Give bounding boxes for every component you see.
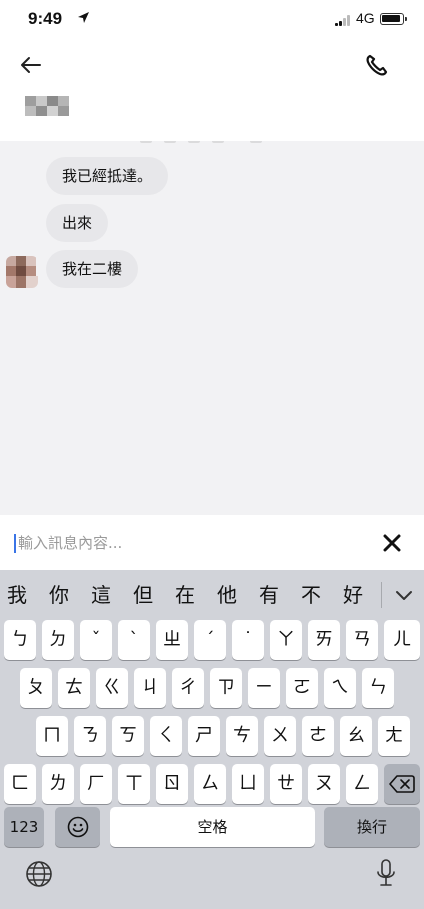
phone-icon[interactable]	[364, 52, 392, 80]
key[interactable]: ㄦ	[384, 620, 420, 660]
keyboard-bottom-bar	[0, 850, 424, 909]
delete-key[interactable]	[384, 764, 420, 804]
back-arrow-icon[interactable]	[18, 52, 46, 80]
key[interactable]: ㄨ	[264, 716, 296, 756]
candidate-word[interactable]: 這	[84, 580, 118, 610]
key[interactable]: ˋ	[118, 620, 150, 660]
key[interactable]: ˊ	[194, 620, 226, 660]
key[interactable]: ㄉ	[42, 620, 74, 660]
conversation-header	[0, 44, 424, 141]
key[interactable]: ㄏ	[80, 764, 112, 804]
message-bubble[interactable]: 我已經抵達。	[46, 157, 169, 195]
candidate-word[interactable]: 在	[168, 580, 202, 610]
key[interactable]: ㄇ	[36, 716, 68, 756]
message-bubble[interactable]: 我在二樓	[46, 250, 139, 288]
candidate-word[interactable]: 他	[210, 580, 244, 610]
key[interactable]: ㄠ	[340, 716, 372, 756]
key[interactable]: ㄓ	[156, 620, 188, 660]
status-time: 9:49	[28, 9, 63, 28]
key[interactable]: ㄅ	[4, 620, 36, 660]
key[interactable]: ㄌ	[42, 764, 74, 804]
key[interactable]: ㄡ	[308, 764, 340, 804]
location-arrow-icon	[77, 11, 90, 27]
sender-avatar[interactable]	[6, 256, 38, 288]
key[interactable]: ㄜ	[302, 716, 334, 756]
message-composer	[0, 515, 424, 570]
emoji-icon	[67, 816, 89, 843]
key[interactable]: ㄍ	[96, 668, 128, 708]
signal-icon	[335, 15, 353, 26]
key[interactable]: ㄣ	[362, 668, 394, 708]
key[interactable]: ㄎ	[112, 716, 144, 756]
key[interactable]: ㄧ	[248, 668, 280, 708]
return-key[interactable]: 換行	[324, 807, 420, 847]
key[interactable]: ˙	[232, 620, 264, 660]
globe-icon[interactable]	[24, 859, 54, 889]
network-label: 4G	[356, 10, 375, 26]
key[interactable]: ㄈ	[4, 764, 36, 804]
chat-screen: 9:49 4G 我已經抵達。 出來 我在二樓 輸入訊息內容... 我 你 這 但…	[0, 0, 424, 909]
candidate-word[interactable]: 但	[126, 580, 160, 610]
key[interactable]: ㄕ	[188, 716, 220, 756]
key[interactable]: ㄖ	[156, 764, 188, 804]
close-icon[interactable]	[374, 525, 410, 561]
candidate-bar: 我 你 這 但 在 他 有 不 好	[0, 570, 424, 620]
microphone-icon[interactable]	[374, 857, 398, 891]
key[interactable]: ㄞ	[308, 620, 340, 660]
key[interactable]: ㄗ	[210, 668, 242, 708]
key[interactable]: ㄆ	[20, 668, 52, 708]
backspace-icon	[389, 775, 415, 799]
candidate-divider	[381, 582, 382, 608]
key[interactable]: ˇ	[80, 620, 112, 660]
numbers-key[interactable]: 123	[4, 807, 44, 847]
key[interactable]: ㄊ	[58, 668, 90, 708]
key[interactable]: ㄔ	[172, 668, 204, 708]
candidate-word[interactable]: 好	[336, 580, 370, 610]
key[interactable]: ㄐ	[134, 668, 166, 708]
candidate-word[interactable]: 我	[0, 580, 34, 610]
message-input[interactable]	[16, 528, 336, 558]
key[interactable]: ㄚ	[270, 620, 302, 660]
key[interactable]: ㄘ	[226, 716, 258, 756]
message-list[interactable]: 我已經抵達。 出來 我在二樓	[0, 141, 424, 515]
emoji-key[interactable]	[55, 807, 100, 847]
contact-name-blurred	[25, 94, 69, 116]
space-key[interactable]: 空格	[110, 807, 315, 847]
candidate-word[interactable]: 你	[42, 580, 76, 610]
key[interactable]: ㄋ	[74, 716, 106, 756]
key[interactable]: ㄝ	[270, 764, 302, 804]
key[interactable]: ㄛ	[286, 668, 318, 708]
zhuyin-keyboard: 我 你 這 但 在 他 有 不 好 ㄅ ㄉ ˇ ˋ ㄓ ˊ ˙ ㄚ ㄞ ㄢ ㄦ	[0, 570, 424, 909]
key[interactable]: ㄤ	[378, 716, 410, 756]
status-bar: 9:49 4G	[0, 0, 424, 44]
key[interactable]: ㄟ	[324, 668, 356, 708]
key[interactable]: ㄢ	[346, 620, 378, 660]
chevron-down-icon[interactable]	[392, 584, 416, 606]
key[interactable]: ㄑ	[150, 716, 182, 756]
faded-previous-text	[140, 141, 280, 145]
candidate-word[interactable]: 有	[252, 580, 286, 610]
key[interactable]: ㄥ	[346, 764, 378, 804]
battery-icon	[380, 13, 407, 25]
key[interactable]: ㄙ	[194, 764, 226, 804]
key[interactable]: ㄩ	[232, 764, 264, 804]
key[interactable]: ㄒ	[118, 764, 150, 804]
candidate-word[interactable]: 不	[294, 580, 328, 610]
message-bubble[interactable]: 出來	[46, 204, 109, 242]
